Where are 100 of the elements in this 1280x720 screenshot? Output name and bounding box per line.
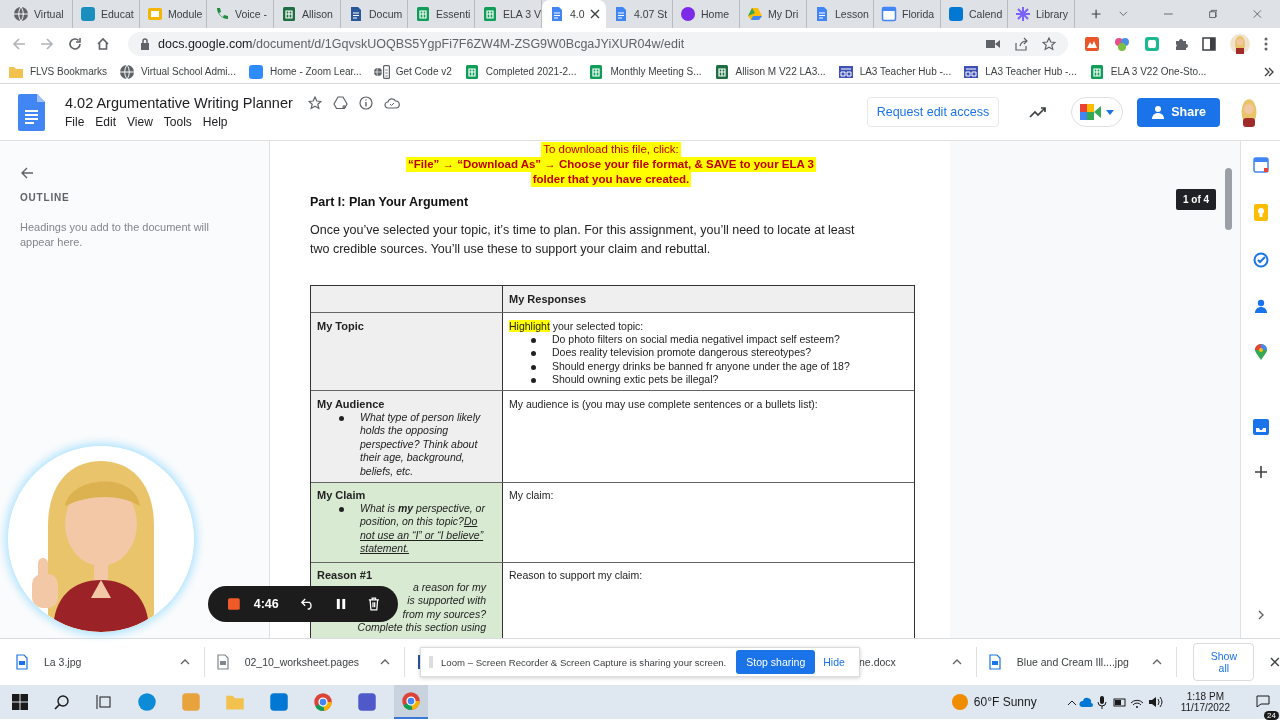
close-icon[interactable]: [589, 9, 600, 19]
bookmark[interactable]: FLVS Bookmarks: [8, 63, 108, 80]
outline-hint: Headings you add to the document will appear here.: [20, 220, 210, 250]
download-item[interactable]: ne.docx: [859, 656, 896, 668]
undo-icon[interactable]: [300, 597, 315, 611]
add-icon[interactable]: [1254, 466, 1267, 478]
extension-icon[interactable]: [1084, 36, 1100, 52]
browser-tab[interactable]: Docum: [341, 0, 408, 28]
share-icon[interactable]: [1014, 37, 1028, 51]
search-icon[interactable]: [54, 694, 70, 710]
bookmark[interactable]: Home - Zoom Lear...: [247, 63, 362, 80]
map-pin-icon[interactable]: [1254, 344, 1267, 360]
calendar-icon[interactable]: [1252, 157, 1269, 173]
app-icon: [80, 6, 96, 22]
menu-item[interactable]: Edit: [95, 115, 117, 129]
back-arrow-icon[interactable]: [20, 166, 34, 180]
caret-up-icon[interactable]: [179, 659, 190, 665]
windows-start-icon[interactable]: [12, 694, 28, 710]
more-icon[interactable]: [1264, 37, 1268, 51]
caret-up-icon[interactable]: [1152, 659, 1163, 665]
menu-item[interactable]: Tools: [163, 115, 192, 129]
home-icon[interactable]: [96, 37, 110, 51]
browser-tab[interactable]: Essenti: [408, 0, 475, 28]
download-item[interactable]: Blue and Cream Ill....jpg: [1016, 656, 1129, 668]
clock-time[interactable]: 1:18 PM: [1186, 691, 1224, 702]
chevron-icon[interactable]: [1257, 610, 1264, 620]
document-title[interactable]: 4.02 Argumentative Writing Planner: [65, 95, 293, 111]
browser-tab[interactable]: Library: [1008, 0, 1075, 28]
tray-icons-drawing[interactable]: [1066, 695, 1165, 709]
browser-tab[interactable]: Educat: [73, 0, 140, 28]
camera-icon[interactable]: [986, 39, 1000, 49]
outline-title: OUTLINE: [20, 192, 70, 203]
clock-date[interactable]: 11/17/2022: [1180, 702, 1230, 713]
app-icon: [247, 63, 264, 80]
bookmark[interactable]: LA3 Teacher Hub -...: [963, 63, 1077, 80]
star-icon[interactable]: [307, 96, 322, 110]
browser-tab[interactable]: 4.0: [542, 0, 606, 28]
close-icon[interactable]: [1270, 657, 1280, 667]
caret-up-icon[interactable]: [380, 659, 391, 665]
new-tab-icon[interactable]: [1091, 7, 1102, 21]
person-icon[interactable]: [1254, 299, 1267, 313]
weather-text[interactable]: 60°F Sunny: [973, 695, 1037, 709]
browser-tab[interactable]: Voice -: [207, 0, 274, 28]
show-all-button[interactable]: Show all: [1193, 643, 1255, 681]
check-circle-icon[interactable]: [1252, 252, 1269, 268]
puzzle-icon[interactable]: [1174, 37, 1188, 51]
menu-item[interactable]: Help: [202, 115, 228, 129]
stop-sharing-button[interactable]: Stop sharing: [736, 650, 816, 674]
browser-tab[interactable]: Lesson: [807, 0, 874, 28]
prompt-text: a reason for my: [413, 581, 486, 595]
menu-item[interactable]: View: [127, 115, 153, 129]
more-bookmarks-icon[interactable]: [1264, 66, 1274, 77]
star-icon[interactable]: [1042, 37, 1056, 51]
taskbar-app[interactable]: [394, 685, 428, 719]
menu-item[interactable]: File: [65, 115, 85, 129]
trend-icon[interactable]: [1029, 106, 1048, 118]
bookmark[interactable]: Monthly Meeting S...: [588, 63, 702, 80]
avatar-icon[interactable]: [1230, 34, 1250, 54]
bookmark[interactable]: Get Code v2: [373, 63, 452, 80]
stop-icon[interactable]: [228, 597, 240, 611]
grip-icon[interactable]: [429, 656, 433, 668]
reload-icon[interactable]: [68, 37, 82, 51]
bookmark[interactable]: ELA 3 V22 One-Sto...: [1088, 63, 1207, 80]
browser-tab[interactable]: Allison: [274, 0, 341, 28]
info-icon[interactable]: [358, 96, 373, 110]
extension-icon[interactable]: [1114, 36, 1130, 52]
download-item[interactable]: 02_10_worksheet.pages: [244, 656, 360, 668]
phone-icon: [214, 6, 230, 22]
bookmark[interactable]: LA3 Teacher Hub -...: [837, 63, 952, 80]
globe-and-clipboard-icon: [373, 63, 390, 80]
bookmark[interactable]: Completed 2021-2...: [463, 63, 577, 80]
browser-tab[interactable]: Virtual: [6, 0, 73, 28]
browser-tab[interactable]: Home: [673, 0, 740, 28]
restore-icon[interactable]: [1208, 8, 1218, 20]
inbox-icon[interactable]: [1252, 419, 1269, 435]
scrollbar-thumb[interactable]: [1225, 168, 1232, 230]
browser-tab[interactable]: My Dri: [740, 0, 807, 28]
address-field[interactable]: docs.google.com/document/d/1GqvskUOQBS5YgpFi7F6ZW4M-ZSG9W0BcgaJYiXUR04w/edit: [128, 32, 1068, 56]
pause-icon[interactable]: [336, 597, 347, 611]
bookmark[interactable]: Virtual School Admi...: [119, 63, 236, 80]
task-view-icon[interactable]: [96, 694, 112, 710]
cloud-icon[interactable]: [383, 97, 400, 109]
spreadsheet-icon: [1088, 63, 1105, 80]
notifications-icon[interactable]: [1256, 695, 1270, 707]
browser-tab[interactable]: Calend: [941, 0, 1008, 28]
bookmark[interactable]: Allison M V22 LA3...: [713, 63, 826, 80]
browser-tab[interactable]: Florida: [874, 0, 941, 28]
chevron-icon[interactable]: [1119, 10, 1128, 18]
caret-up-icon[interactable]: [951, 659, 962, 665]
topic-option: Should owning extic pets be illegal?: [552, 373, 719, 387]
share-button[interactable]: Share: [1137, 97, 1220, 127]
side-panel-icon[interactable]: [1202, 37, 1216, 51]
request-edit-access-button[interactable]: Request edit access: [866, 97, 1000, 127]
hide-link[interactable]: Hide: [823, 656, 845, 668]
download-item[interactable]: La 3.jpg: [44, 656, 82, 668]
browser-tab[interactable]: ELA 3 V: [475, 0, 542, 28]
browser-tab[interactable]: Module: [140, 0, 207, 28]
drive-icon[interactable]: [332, 96, 348, 110]
trash-icon[interactable]: [368, 596, 380, 612]
browser-tab[interactable]: 4.07 St: [606, 0, 673, 28]
